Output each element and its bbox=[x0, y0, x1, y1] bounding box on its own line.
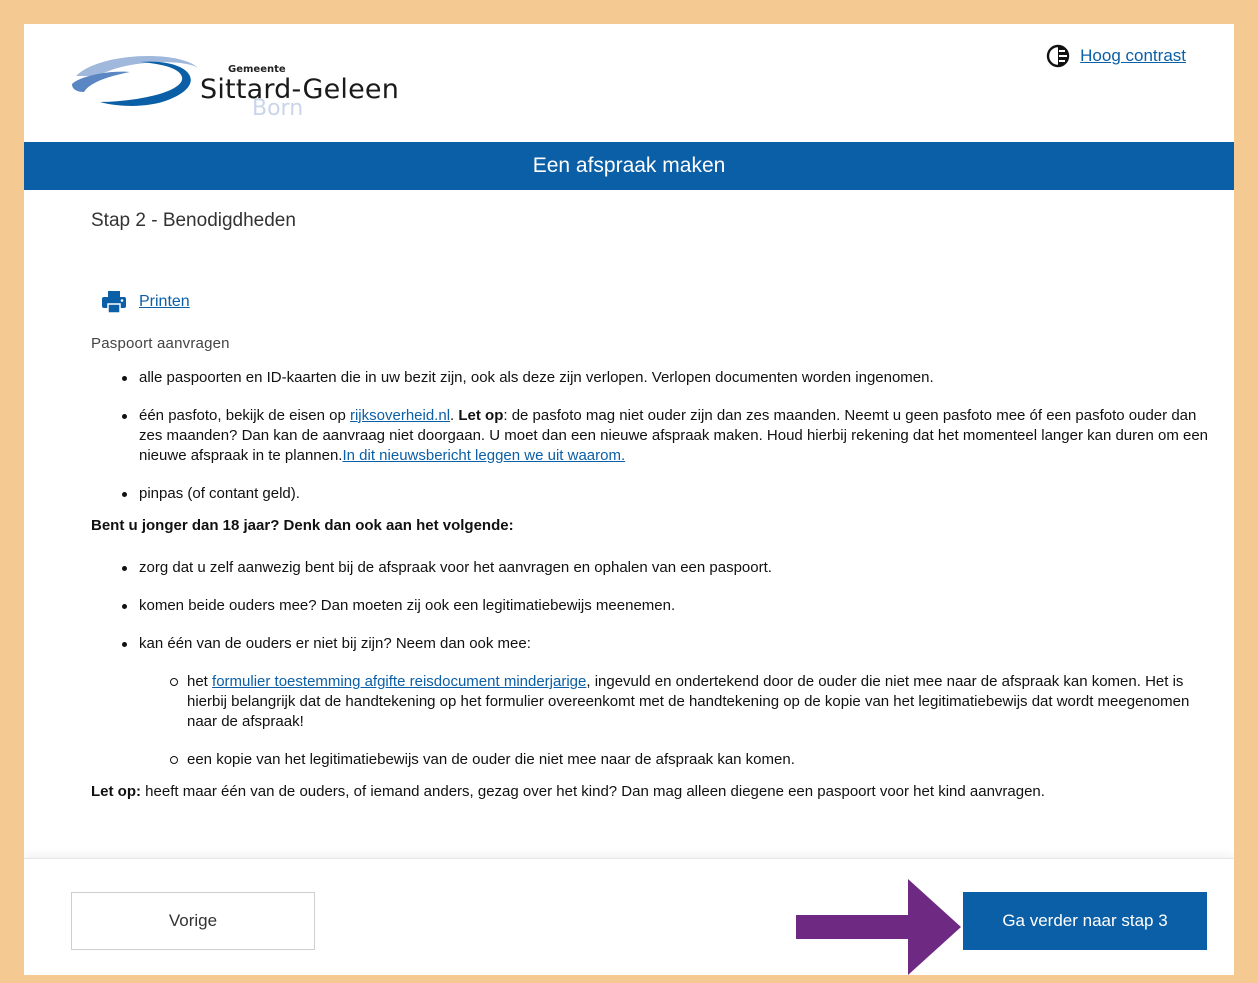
list-item-text: zorg dat u zelf aanwezig bent bij de afs… bbox=[139, 559, 772, 576]
footer-nav: Vorige Ga verder naar stap 3 bbox=[24, 858, 1234, 975]
logo-swoosh-icon bbox=[72, 56, 198, 106]
high-contrast-link[interactable]: Hoog contrast bbox=[1080, 46, 1186, 66]
note-line: Let op: heeft maar één van de ouders, of… bbox=[91, 782, 1211, 802]
app-frame: Gemeente Sittard-Geleen Born Hoog contra… bbox=[24, 24, 1234, 975]
logo[interactable]: Gemeente Sittard-Geleen Born bbox=[70, 50, 400, 120]
minor-heading: Bent u jonger dan 18 jaar? Denk dan ook … bbox=[91, 517, 514, 534]
page-title-bar: Een afspraak maken bbox=[24, 142, 1234, 190]
list-item-text: kan één van de ouders er niet bij zijn? … bbox=[139, 635, 531, 652]
page-title: Een afspraak maken bbox=[532, 154, 726, 177]
list-item-text: pinpas (of contant geld). bbox=[139, 485, 300, 502]
list-item-text: het bbox=[187, 673, 213, 690]
step-title: Stap 2 - Benodigdheden bbox=[91, 210, 296, 231]
note-text: heeft maar één van de ouders, of iemand … bbox=[141, 783, 1045, 800]
list-item: één pasfoto, bekijk de eisen op rijksove… bbox=[122, 406, 1211, 466]
list-item-text: komen beide ouders mee? Dan moeten zij o… bbox=[139, 597, 676, 614]
print-action[interactable]: Printen bbox=[101, 290, 190, 314]
main-content: Stap 2 - Benodigdheden Printen Paspoort … bbox=[91, 210, 1211, 800]
printer-icon bbox=[101, 290, 127, 314]
next-step-button[interactable]: Ga verder naar stap 3 bbox=[963, 892, 1207, 950]
list-item: komen beide ouders mee? Dan moeten zij o… bbox=[122, 596, 1211, 616]
list-item-text: alle paspoorten en ID-kaarten die in uw … bbox=[139, 369, 934, 386]
minor-requirements-list: zorg dat u zelf aanwezig bent bij de afs… bbox=[91, 558, 1211, 770]
previous-button[interactable]: Vorige bbox=[71, 892, 315, 950]
list-item: pinpas (of contant geld). bbox=[122, 484, 1211, 504]
sub-list: het formulier toestemming afgifte reisdo… bbox=[139, 672, 1211, 770]
requirements-list: alle paspoorten en ID-kaarten die in uw … bbox=[91, 368, 1211, 504]
list-item-text: één pasfoto, bekijk de eisen op bbox=[139, 407, 350, 424]
rijksoverheid-link[interactable]: rijksoverheid.nl bbox=[350, 407, 450, 424]
list-item: alle paspoorten en ID-kaarten die in uw … bbox=[122, 368, 1211, 388]
sub-list-item: een kopie van het legitimatiebewijs van … bbox=[170, 750, 1211, 770]
consent-form-link[interactable]: formulier toestemming afgifte reisdocume… bbox=[212, 673, 586, 690]
note-label: Let op: bbox=[91, 783, 141, 800]
list-item: zorg dat u zelf aanwezig bent bij de afs… bbox=[122, 558, 1211, 578]
sub-list-item: het formulier toestemming afgifte reisdo… bbox=[170, 672, 1211, 732]
news-link[interactable]: In dit nieuwsbericht leggen we uit waaro… bbox=[342, 447, 625, 464]
requirements-body: alle paspoorten en ID-kaarten die in uw … bbox=[91, 368, 1211, 802]
arrow-right-icon bbox=[796, 879, 961, 975]
print-link[interactable]: Printen bbox=[139, 293, 190, 311]
header: Gemeente Sittard-Geleen Born Hoog contra… bbox=[24, 24, 1234, 142]
list-item-text: een kopie van het legitimatiebewijs van … bbox=[187, 751, 795, 768]
section-title: Paspoort aanvragen bbox=[91, 335, 230, 352]
let-op-label: Let op bbox=[458, 407, 504, 424]
contrast-icon bbox=[1046, 44, 1070, 68]
high-contrast-toggle[interactable]: Hoog contrast bbox=[1046, 44, 1186, 68]
list-item: kan één van de ouders er niet bij zijn? … bbox=[122, 634, 1211, 770]
logo-sub-text: Born bbox=[252, 96, 304, 121]
